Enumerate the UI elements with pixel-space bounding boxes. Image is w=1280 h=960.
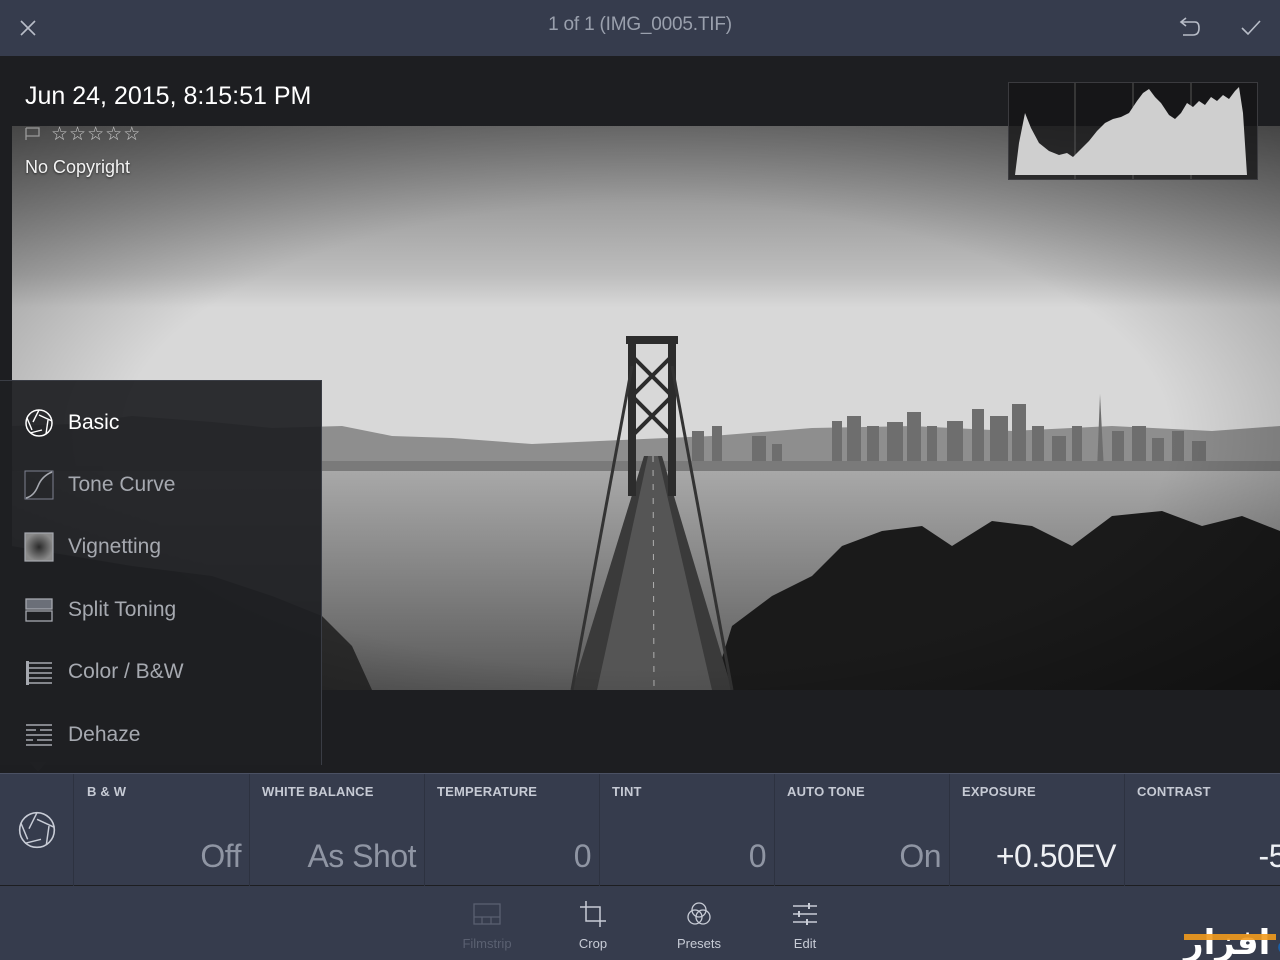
star-icon[interactable]: ☆ — [123, 124, 140, 144]
star-icon[interactable]: ☆ — [51, 124, 68, 144]
tool-label: Vignetting — [68, 535, 162, 558]
settings-strip[interactable]: B & W Off WHITE BALANCE As Shot TEMPERAT… — [0, 773, 1280, 886]
dehaze-icon — [26, 724, 52, 746]
filmstrip-button[interactable]: Filmstrip — [447, 900, 527, 958]
edit-label: Edit — [793, 936, 817, 951]
site-watermark: سجت افزار — [1084, 920, 1280, 960]
presets-label: Presets — [676, 936, 722, 951]
setting-exposure[interactable]: EXPOSURE +0.50EV — [950, 774, 1125, 886]
color-bw-icon — [26, 661, 52, 685]
tool-label: Dehaze — [68, 723, 141, 746]
tool-label: Split Toning — [68, 598, 177, 621]
tool-item-dehaze[interactable]: Dehaze — [0, 704, 322, 766]
setting-bw[interactable]: B & W Off — [75, 774, 250, 886]
sliders-icon — [793, 903, 817, 925]
star-icon[interactable]: ☆ — [105, 124, 122, 144]
histogram — [1008, 82, 1258, 180]
setting-label: CONTRAST — [1137, 784, 1211, 799]
svg-text:افزار: افزار — [1182, 923, 1270, 960]
flag-and-rating: ☆ ☆ ☆ ☆ ☆ — [25, 124, 140, 144]
tone-curve-icon — [24, 470, 54, 500]
undo-icon — [1179, 17, 1200, 36]
setting-value: Off — [200, 838, 241, 874]
histogram-graph — [1015, 83, 1247, 179]
top-bar: 1 of 1 (IMG_0005.TIF) — [0, 0, 1280, 56]
setting-tint[interactable]: TINT 0 — [600, 774, 775, 886]
setting-value: 0 — [748, 838, 767, 874]
setting-label: B & W — [87, 784, 127, 799]
aperture-icon — [18, 811, 55, 849]
tool-label: Tone Curve — [68, 473, 176, 496]
svg-text:سجت: سجت — [1276, 923, 1280, 960]
checkmark-icon — [1241, 20, 1261, 36]
tool-item-split-toning[interactable]: Split Toning — [0, 579, 322, 641]
presets-button[interactable]: Presets — [659, 900, 739, 958]
tool-panel: Basic Tone Curve Vignetting Split Toning — [0, 380, 322, 765]
edit-button[interactable]: Edit — [765, 900, 845, 958]
crop-button[interactable]: Crop — [553, 900, 633, 958]
filmstrip-label: Filmstrip — [462, 936, 512, 951]
star-rating[interactable]: ☆ ☆ ☆ ☆ ☆ — [51, 124, 140, 144]
flag-icon[interactable] — [25, 127, 41, 141]
copyright-text: No Copyright — [25, 157, 131, 177]
setting-label: TINT — [612, 784, 642, 799]
star-icon[interactable]: ☆ — [87, 124, 104, 144]
split-toning-icon — [25, 598, 53, 622]
setting-value: As Shot — [307, 838, 416, 874]
tool-item-vignetting[interactable]: Vignetting — [0, 516, 322, 578]
lightroom-editor: 1 of 1 (IMG_0005.TIF) Jun 24, 2015, 8:15… — [0, 0, 1280, 960]
setting-value: -5 — [1258, 838, 1280, 874]
setting-white-balance[interactable]: WHITE BALANCE As Shot — [250, 774, 425, 886]
vignette-icon — [24, 532, 54, 562]
filmstrip-icon — [473, 903, 501, 925]
presets-icon — [687, 902, 711, 925]
setting-label: AUTO TONE — [787, 784, 865, 799]
setting-value: 0 — [573, 838, 592, 874]
tool-item-tone-curve[interactable]: Tone Curve — [0, 454, 322, 516]
crop-label: Crop — [578, 936, 608, 951]
undo-button[interactable] — [1173, 12, 1205, 44]
setting-value: +0.50EV — [995, 838, 1117, 874]
tool-label: Color / B&W — [68, 660, 184, 683]
tool-item-color-bw[interactable]: Color / B&W — [0, 641, 322, 703]
panel-pointer — [29, 762, 47, 772]
star-icon[interactable]: ☆ — [69, 124, 86, 144]
setting-auto-tone[interactable]: AUTO TONE On — [775, 774, 950, 886]
confirm-button[interactable] — [1235, 12, 1267, 44]
tool-item-basic[interactable]: Basic — [0, 392, 322, 454]
setting-label: EXPOSURE — [962, 784, 1036, 799]
setting-value: On — [899, 838, 941, 874]
setting-contrast[interactable]: CONTRAST -5 — [1125, 774, 1280, 886]
setting-label: TEMPERATURE — [437, 784, 538, 799]
image-title: 1 of 1 (IMG_0005.TIF) — [548, 14, 732, 35]
setting-label: WHITE BALANCE — [262, 784, 374, 799]
capture-date: Jun 24, 2015, 8:15:51 PM — [25, 82, 312, 110]
watermark-logo: سجت افزار — [1084, 920, 1280, 960]
crop-icon — [580, 901, 606, 927]
basic-panel-toggle[interactable] — [0, 774, 74, 886]
setting-temperature[interactable]: TEMPERATURE 0 — [425, 774, 600, 886]
tool-label: Basic — [68, 411, 120, 434]
aperture-icon — [25, 409, 53, 437]
